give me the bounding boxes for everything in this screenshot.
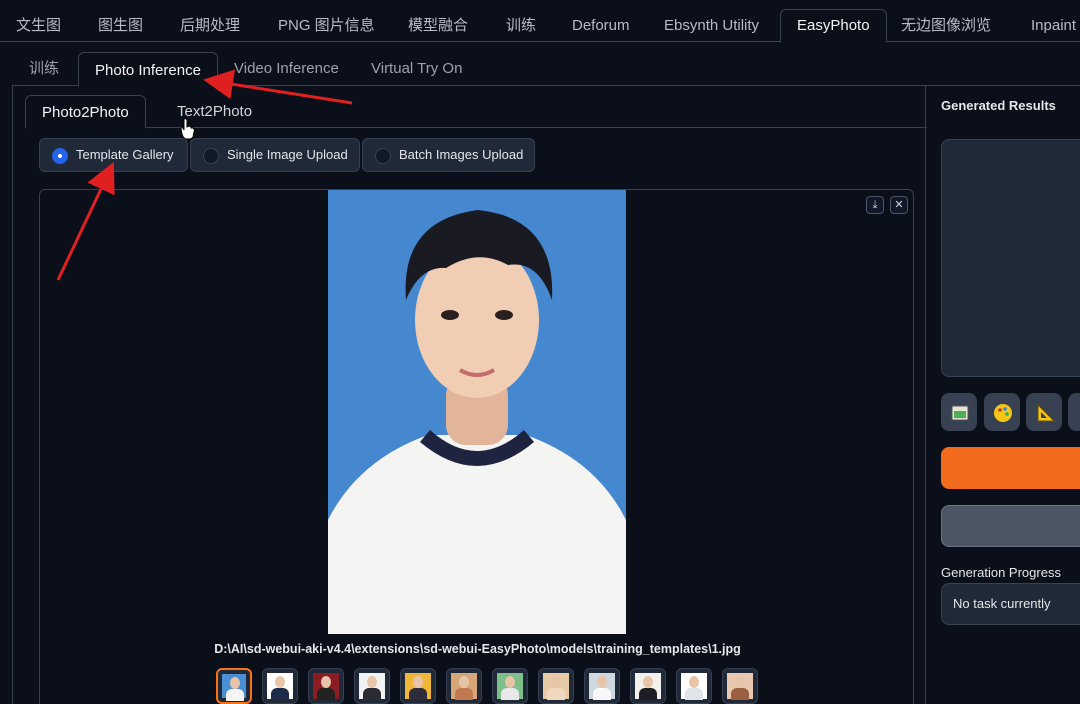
tab-img2img[interactable]: 图生图	[98, 10, 143, 42]
template-thumbnail[interactable]	[492, 668, 528, 704]
radio-template-gallery[interactable]: Template Gallery	[39, 138, 188, 172]
triangle-ruler-icon	[1037, 403, 1056, 422]
radio-label: Batch Images Upload	[399, 147, 524, 162]
tab-checkpoint-merger[interactable]: 模型融合	[408, 10, 468, 42]
subtab-video-inference[interactable]: Video Inference	[234, 58, 339, 80]
generated-results-gallery	[941, 139, 1080, 377]
template-thumbnail[interactable]	[400, 668, 436, 704]
radio-batch-images-upload[interactable]: Batch Images Upload	[362, 138, 535, 172]
photo-inference-panel: Photo2Photo Text2Photo Template Gallery …	[12, 86, 927, 704]
generated-results-label: Generated Results	[941, 98, 1056, 113]
radio-unchecked-icon	[203, 148, 219, 164]
tab-inpaint[interactable]: Inpaint	[1031, 10, 1076, 42]
template-gallery: ⤓ ✕ D:\AI\sd-webui-aki-v4.4\extensions\s…	[39, 189, 914, 704]
template-thumbnail[interactable]	[584, 668, 620, 704]
template-preview-image[interactable]	[328, 190, 626, 634]
radio-checked-icon	[52, 148, 68, 164]
extra-tool-button[interactable]	[1068, 393, 1080, 431]
template-thumbnail[interactable]	[262, 668, 298, 704]
subtab-train[interactable]: 训练	[29, 58, 59, 80]
tab-photo2photo[interactable]: Photo2Photo	[25, 95, 146, 129]
template-thumbnail[interactable]	[676, 668, 712, 704]
template-thumbnail[interactable]	[538, 668, 574, 704]
subtab-virtual-try-on[interactable]: Virtual Try On	[371, 58, 462, 80]
send-to-img2img-button[interactable]	[941, 393, 977, 431]
subtab-photo-inference[interactable]: Photo Inference	[78, 52, 218, 87]
radio-label: Template Gallery	[76, 147, 174, 162]
radio-single-image-upload[interactable]: Single Image Upload	[190, 138, 360, 172]
template-thumbnail[interactable]	[216, 668, 252, 704]
tab-deforum[interactable]: Deforum	[572, 10, 630, 42]
start-generation-button[interactable]	[941, 447, 1080, 489]
tab-train[interactable]: 训练	[506, 10, 536, 42]
tab-ebsynth-utility[interactable]: Ebsynth Utility	[664, 10, 759, 42]
easyphoto-subtab-bar: 训练 Photo Inference Video Inference Virtu…	[12, 52, 1080, 87]
template-thumbnail[interactable]	[354, 668, 390, 704]
tab-easyphoto[interactable]: EasyPhoto	[780, 9, 887, 43]
portrait-image	[328, 190, 626, 634]
radio-unchecked-icon	[375, 148, 391, 164]
template-thumbnail[interactable]	[308, 668, 344, 704]
radio-label: Single Image Upload	[227, 147, 348, 162]
template-thumbnail[interactable]	[722, 668, 758, 704]
close-icon[interactable]: ✕	[890, 196, 908, 214]
top-tab-bar: 文生图 图生图 后期处理 PNG 图片信息 模型融合 训练 Deforum Eb…	[0, 0, 1080, 43]
generation-progress-status: No task currently	[941, 583, 1080, 625]
tab-png-info[interactable]: PNG 图片信息	[278, 10, 375, 42]
template-thumbnail[interactable]	[630, 668, 666, 704]
generation-progress-label: Generation Progress	[941, 565, 1061, 580]
template-path-caption: D:\AI\sd-webui-aki-v4.4\extensions\sd-we…	[214, 642, 741, 656]
send-to-inpaint-button[interactable]	[984, 393, 1020, 431]
tab-image-browser[interactable]: 无边图像浏览	[901, 10, 991, 42]
image-icon	[951, 405, 969, 421]
tab-txt2img[interactable]: 文生图	[16, 10, 61, 42]
template-thumbnail[interactable]	[446, 668, 482, 704]
inference-mode-tabs: Photo2Photo Text2Photo	[25, 95, 927, 129]
send-to-extras-button[interactable]	[1026, 393, 1062, 431]
download-icon[interactable]: ⤓	[866, 196, 884, 214]
secondary-action-button[interactable]	[941, 505, 1080, 547]
palette-icon	[994, 404, 1012, 422]
hand-cursor-icon	[180, 118, 195, 140]
tab-extras[interactable]: 后期处理	[180, 10, 240, 42]
